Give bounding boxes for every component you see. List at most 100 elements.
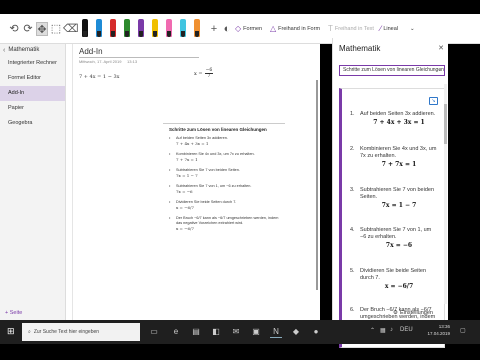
- screen: ⟲ ⟳ ✥ ⬚ ⌫ + ◐ ◇ Formen △ Freihand in For…: [0, 0, 480, 360]
- result-fraction: −6 7: [204, 68, 214, 79]
- onenote-icon[interactable]: N: [270, 326, 282, 338]
- list-item: 3. Subtrahieren Sie 7 von beiden Seiten.…: [350, 187, 438, 209]
- clock-date: 17.04.2019: [427, 331, 450, 336]
- section-integrierter-rechner[interactable]: Integrierter Rechner: [0, 56, 65, 71]
- pen-red-icon[interactable]: [110, 19, 116, 37]
- step-number: 5.: [350, 268, 355, 274]
- ink-to-text-button[interactable]: T Freihand in Text: [328, 22, 374, 36]
- step-text: Subtrahieren Sie 7 von beiden Seiten.: [360, 187, 434, 200]
- canvas-scrollbar[interactable]: [316, 80, 318, 290]
- notification-icon[interactable]: ▢: [460, 327, 466, 334]
- settings-label: Einstellungen: [399, 310, 433, 316]
- step-number: 1.: [350, 111, 355, 117]
- notebook-header[interactable]: ‹ Mathematik: [0, 44, 65, 56]
- edge-icon[interactable]: e: [170, 326, 182, 338]
- page-canvas[interactable]: Add-In Mittwoch, 17. April 2019 13:13 7 …: [73, 44, 320, 320]
- chevron-down-icon: ⌄: [437, 67, 442, 73]
- undo-icon[interactable]: ⟲: [8, 22, 20, 36]
- app-icon[interactable]: ◆: [290, 326, 302, 338]
- solution-steps-container[interactable]: Schritte zum Lösen von linearen Gleichun…: [163, 123, 285, 313]
- step-text: Dividieren Sie beide Seiten durch 7.: [176, 200, 237, 204]
- explorer-icon[interactable]: ▤: [190, 326, 202, 338]
- page-title[interactable]: Add-In: [79, 47, 103, 56]
- clock[interactable]: 13:36 17.04.2019: [427, 323, 450, 337]
- step-math: x = −6/7: [384, 283, 414, 290]
- space-icon[interactable]: ⬚: [50, 22, 62, 36]
- result-denominator: 7: [207, 74, 211, 79]
- pen-blue-icon[interactable]: [96, 19, 102, 37]
- page-datetime: Mittwoch, 17. April 2019 13:13: [79, 59, 137, 64]
- highlighter-yellow-icon[interactable]: [152, 19, 158, 37]
- ink-to-shape-button[interactable]: △ Freihand in Form: [270, 22, 320, 36]
- list-item: • Auf beiden Seiten 3x addieren. 7 + 4x +…: [169, 136, 279, 147]
- highlighter-orange-icon[interactable]: [194, 19, 200, 37]
- step-text: Dividieren Sie beide Seiten durch 7.: [360, 268, 427, 281]
- settings-button[interactable]: ⚙ Einstellungen: [393, 310, 433, 316]
- bullet-icon: •: [169, 184, 171, 188]
- list-item: 2. Kombinieren Sie 4x und 3x, um 7x zu e…: [350, 146, 438, 168]
- equation-input[interactable]: 7 + 4x = 1 − 3x: [79, 74, 119, 80]
- step-number: 4.: [350, 227, 355, 233]
- lasso-select-icon[interactable]: ✥: [36, 22, 48, 36]
- volume-icon[interactable]: ♪: [390, 327, 393, 333]
- add-pen-icon[interactable]: +: [208, 22, 220, 36]
- eraser-icon[interactable]: ⌫: [63, 22, 79, 36]
- list-item: 5. Dividieren Sie beide Seiten durch 7. …: [350, 268, 438, 290]
- pen-green-icon[interactable]: [124, 19, 130, 37]
- pane-title: Mathematik: [339, 44, 381, 53]
- taskbar-search[interactable]: ⌕ Zur Suche Text hier eingeben: [22, 323, 140, 341]
- bullet-icon: •: [169, 168, 171, 172]
- app-icon[interactable]: ▣: [250, 326, 262, 338]
- step-math: x = −6/7: [176, 226, 194, 231]
- ruler-button[interactable]: ∕ Lineal: [380, 22, 398, 36]
- store-icon[interactable]: ◧: [210, 326, 222, 338]
- dropdown-value: Schritte zum Lösen von linearen Gleichun…: [343, 67, 444, 73]
- shapes-icon: ◇: [235, 24, 242, 33]
- ribbon-more-icon[interactable]: ⌄: [410, 22, 415, 36]
- result-lhs: x =: [194, 70, 203, 77]
- shapes-button[interactable]: ◇ Formen: [235, 22, 262, 36]
- pen-purple-icon[interactable]: [138, 19, 144, 37]
- step-text: Auf beiden Seiten 3x addieren.: [360, 111, 436, 117]
- pane-scrollbar[interactable]: [444, 84, 447, 304]
- step-text: Subtrahieren Sie 7 von 1, um −6 zu erhal…: [360, 227, 432, 240]
- section-add-in[interactable]: Add-In: [0, 86, 65, 101]
- highlighter-cyan-icon[interactable]: [180, 19, 186, 37]
- add-page-button[interactable]: + Seite: [5, 310, 22, 316]
- list-item: 1. Auf beiden Seiten 3x addieren. 7 + 4x…: [350, 111, 438, 126]
- section-formel-editor[interactable]: Formel Editor: [0, 71, 65, 86]
- search-icon: ⌕: [28, 329, 31, 335]
- step-text: Kombinieren Sie 4x und 3x, um 7x zu erha…: [176, 152, 255, 156]
- list-item: 4. Subtrahieren Sie 7 von 1, um −6 zu er…: [350, 227, 438, 249]
- bullet-icon: •: [169, 216, 171, 220]
- bullet-icon: •: [169, 152, 171, 156]
- pen-black-icon[interactable]: [82, 19, 88, 37]
- close-icon[interactable]: ✕: [438, 44, 444, 52]
- mail-icon[interactable]: ✉: [230, 326, 242, 338]
- math-pane: Mathematik ✕ Schritte zum Lösen von line…: [332, 38, 448, 348]
- back-arrow-icon[interactable]: ‹: [3, 47, 5, 54]
- language-indicator[interactable]: DEU: [400, 327, 413, 333]
- step-math: 7x = 1 − 7: [381, 202, 417, 209]
- insert-to-page-icon[interactable]: ↘: [429, 97, 438, 105]
- redo-icon[interactable]: ⟳: [22, 22, 34, 36]
- windows-start-icon[interactable]: ⊞: [7, 326, 15, 337]
- ruler-icon: ∕: [380, 24, 382, 33]
- step-text: Subtrahieren Sie 7 von beiden Seiten.: [176, 168, 240, 172]
- clock-time: 13:36: [438, 324, 450, 329]
- section-geogebra[interactable]: Geogebra: [0, 116, 65, 131]
- ink-color-icon[interactable]: ◐: [221, 22, 233, 36]
- taskbar: ⊞ ⌕ Zur Suche Text hier eingeben ▭ e ▤ ◧…: [0, 320, 480, 344]
- step-number: 3.: [350, 187, 355, 193]
- network-icon[interactable]: ▦: [380, 327, 386, 334]
- task-view-icon[interactable]: ▭: [148, 326, 160, 338]
- page-date: Mittwoch, 17. April 2019: [79, 59, 122, 64]
- tray-chevron-icon[interactable]: ⌃: [370, 327, 375, 334]
- action-dropdown[interactable]: Schritte zum Lösen von linearen Gleichun…: [339, 65, 445, 76]
- step-number: 2.: [350, 146, 355, 152]
- highlighter-pink-icon[interactable]: [166, 19, 172, 37]
- step-math: 7 + 4x + 3x = 1: [176, 141, 209, 146]
- app-icon[interactable]: ●: [310, 326, 322, 338]
- section-papier[interactable]: Papier: [0, 101, 65, 116]
- step-math: 7x = 1 − 7: [176, 173, 198, 178]
